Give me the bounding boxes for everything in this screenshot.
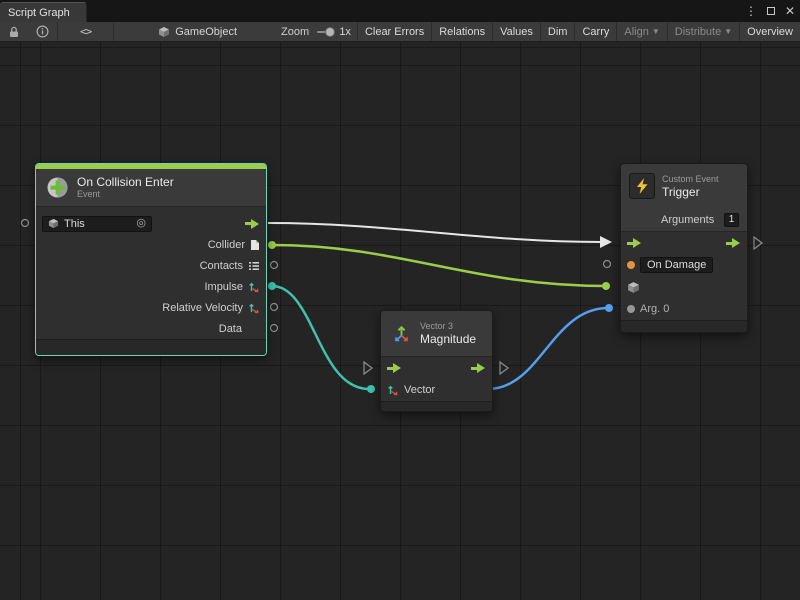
overview-button[interactable]: Overview — [739, 22, 800, 42]
graph-toolbar: <> GameObject Zoom 1x Clear Errors Relat… — [0, 22, 800, 42]
node-subtitle: Event — [77, 189, 174, 200]
trigger-flow-out-port[interactable] — [754, 237, 762, 249]
maximize-icon[interactable] — [767, 7, 775, 15]
node-type-label: Vector 3 — [420, 321, 476, 332]
object-picker-icon[interactable]: ◎ — [136, 218, 146, 229]
clear-errors-button[interactable]: Clear Errors — [357, 22, 431, 42]
dim-button[interactable]: Dim — [540, 22, 575, 42]
zoom-value: 1x — [339, 26, 351, 38]
port-label-impulse: Impulse — [204, 281, 243, 293]
align-dropdown[interactable]: Align▼ — [616, 22, 666, 42]
vector-input-port[interactable] — [367, 385, 375, 393]
window-menu-icon[interactable]: ⋮ — [745, 4, 757, 18]
node-on-collision-enter[interactable]: On Collision Enter Event This ◎ Collider — [35, 163, 267, 356]
data-output-port[interactable] — [271, 325, 278, 332]
this-input-port[interactable] — [22, 220, 29, 227]
contacts-output-port[interactable] — [271, 262, 278, 269]
relative-velocity-output-port[interactable] — [271, 304, 278, 311]
info-icon[interactable] — [28, 22, 57, 42]
cube-icon — [627, 281, 640, 294]
node-type-label: Custom Event — [662, 174, 719, 185]
values-button[interactable]: Values — [492, 22, 540, 42]
tab-script-graph[interactable]: Script Graph — [0, 2, 87, 22]
flow-in-icon[interactable] — [627, 238, 642, 248]
arguments-label: Arguments — [661, 214, 714, 226]
cube-icon — [48, 218, 59, 229]
vector3-mini-icon — [248, 302, 260, 314]
zoom-slider[interactable] — [317, 31, 331, 33]
zoom-slider-knob[interactable] — [325, 27, 335, 37]
arguments-input[interactable]: 1 — [724, 213, 739, 227]
collider-doc-icon — [250, 239, 260, 251]
tab-title: Script Graph — [8, 7, 70, 19]
vector3-mini-icon — [387, 384, 399, 396]
flow-out-icon[interactable] — [726, 238, 741, 248]
trigger-name-input-port[interactable] — [604, 261, 611, 268]
node-footer — [621, 320, 747, 332]
gameobject-context[interactable]: GameObject — [152, 26, 243, 38]
toolbar-separator — [57, 22, 58, 42]
relations-button[interactable]: Relations — [431, 22, 492, 42]
port-label-vector: Vector — [404, 384, 435, 396]
target-value: This — [64, 218, 85, 230]
vector3-icon — [391, 323, 412, 344]
wire-impulse-to-vector[interactable] — [272, 286, 369, 389]
collision-event-icon — [46, 176, 69, 199]
trigger-target-input-port[interactable] — [602, 282, 610, 290]
node-trigger-custom-event[interactable]: Custom Event Trigger Arguments 1 On Dama… — [620, 163, 748, 333]
lock-icon[interactable] — [0, 22, 28, 42]
list-icon — [248, 260, 260, 272]
magnitude-flow-out-port[interactable] — [500, 362, 508, 374]
magnitude-flow-in-port[interactable] — [364, 362, 372, 374]
event-name-input[interactable]: On Damage — [640, 257, 713, 273]
zoom-label: Zoom — [281, 26, 309, 38]
chevron-down-icon: ▼ — [724, 27, 732, 36]
node-footer — [36, 339, 266, 355]
node-vector3-magnitude[interactable]: Vector 3 Magnitude Vector — [380, 310, 493, 412]
port-label-arg0: Arg. 0 — [640, 303, 669, 315]
arg0-input-port[interactable] — [605, 304, 613, 312]
close-icon[interactable]: ✕ — [785, 4, 795, 18]
port-label-data: Data — [219, 323, 242, 335]
port-label-relative-velocity: Relative Velocity — [162, 302, 243, 314]
node-title: On Collision Enter — [77, 175, 174, 189]
toolbar-separator — [113, 22, 114, 42]
cube-icon — [158, 26, 170, 38]
wire-magnitude-to-arg0[interactable] — [488, 308, 608, 389]
window-tab-bar: Script Graph ⋮ ✕ — [0, 0, 800, 22]
port-label-contacts: Contacts — [200, 260, 243, 272]
wire-flow-arrowhead-icon — [600, 236, 612, 248]
flow-out-icon[interactable] — [471, 363, 486, 373]
string-port-icon[interactable] — [627, 261, 635, 269]
node-title: Magnitude — [420, 332, 476, 346]
chevron-down-icon: ▼ — [652, 27, 660, 36]
wire-flow-collision-to-trigger[interactable] — [268, 223, 601, 242]
flow-out-icon[interactable] — [245, 219, 260, 229]
wire-collider-to-target[interactable] — [272, 245, 606, 286]
flow-in-icon[interactable] — [387, 363, 402, 373]
custom-event-icon — [629, 173, 655, 199]
target-dropdown[interactable]: This ◎ — [42, 216, 152, 232]
impulse-output-port[interactable] — [268, 282, 276, 290]
distribute-dropdown[interactable]: Distribute▼ — [667, 22, 739, 42]
graph-canvas[interactable]: On Collision Enter Event This ◎ Collider — [0, 42, 800, 600]
arg0-port-icon[interactable] — [627, 305, 635, 313]
node-title: Trigger — [662, 185, 719, 199]
carry-button[interactable]: Carry — [574, 22, 616, 42]
node-footer — [381, 401, 492, 411]
port-label-collider: Collider — [208, 239, 245, 251]
collider-output-port[interactable] — [268, 241, 276, 249]
code-view-icon[interactable]: <> — [72, 22, 99, 42]
gameobject-label: GameObject — [175, 26, 237, 38]
vector3-mini-icon — [248, 281, 260, 293]
